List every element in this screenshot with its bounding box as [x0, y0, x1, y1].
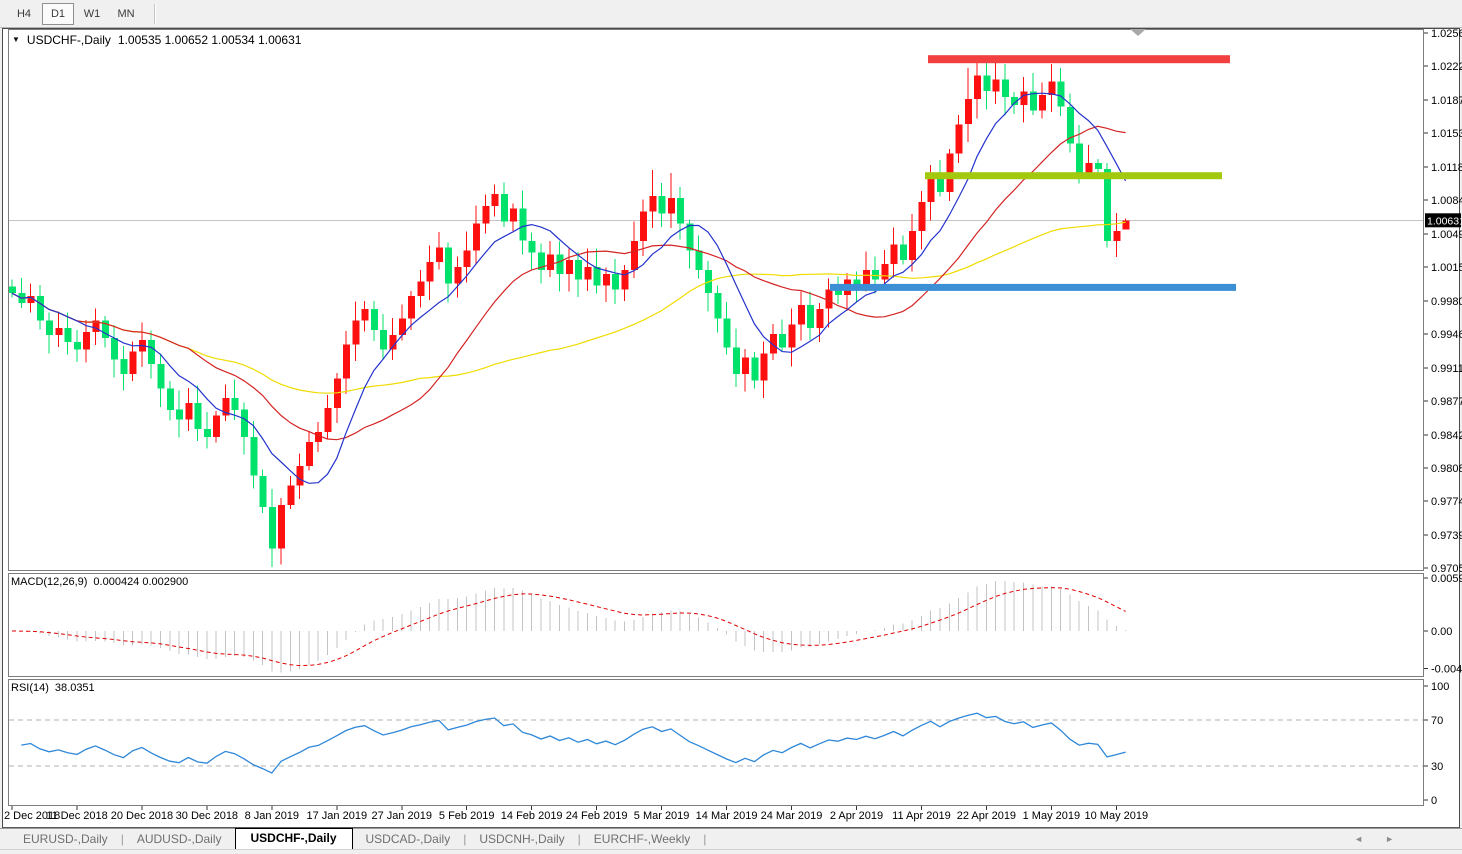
- price-axis-label: 1.00150: [1431, 262, 1462, 274]
- macd-indicator: 0.00597 0.00 -0.00424: [11, 573, 1462, 676]
- date-axis-label: 11 Apr 2019: [892, 810, 951, 822]
- date-axis-label: 20 Dec 2018: [111, 810, 173, 822]
- rsi-axis-label: 0: [1431, 795, 1437, 807]
- rsi-axis-label: 100: [1431, 681, 1449, 693]
- date-axis-label: 17 Jan 2019: [307, 810, 368, 822]
- date-axis-label: 8 Jan 2019: [245, 810, 299, 822]
- chart-tabs: EURUSD-,Daily | AUDUSD-,Daily USDCHF-,Daily…: [10, 828, 706, 849]
- support-line-blue[interactable]: [830, 283, 1236, 291]
- date-axis-label: 1 May 2019: [1023, 810, 1080, 822]
- rsi-axis-label: 30: [1431, 761, 1443, 773]
- price-axis-label: 0.99460: [1431, 329, 1462, 341]
- rsi-indicator-label: RSI(14) 38.0351: [11, 682, 95, 694]
- rsi-value: 38.0351: [54, 682, 95, 694]
- price-axis-label: 1.01870: [1431, 95, 1462, 107]
- date-axis-label: 2 Apr 2019: [830, 810, 883, 822]
- date-axis-label: 24 Feb 2019: [566, 810, 628, 822]
- tab-eurusd-daily[interactable]: EURUSD-,Daily: [10, 830, 121, 849]
- price-axis: 1.02560 1.02220 1.01870 1.01530 1.01180 1.008…: [1424, 28, 1462, 575]
- chart-symbol-label: USDCHF-,Daily: [26, 33, 111, 47]
- macd-indicator-label: MACD(12,26,9) 0.000424 0.002900: [11, 576, 188, 588]
- price-axis-label: 1.00840: [1431, 195, 1462, 207]
- price-axis-label: 0.98080: [1431, 463, 1462, 475]
- chart-ohlc-values: 1.00535 1.00652 1.00534 1.00631: [117, 33, 302, 47]
- date-axis: 2 Dec 201811 Dec 2018 20 Dec 2018 30 Dec 2…: [4, 806, 1148, 822]
- tab-audusd-daily[interactable]: AUDUSD-,Daily: [124, 830, 235, 849]
- macd-name: MACD(12,26,9): [11, 576, 88, 588]
- tab-usdchf-daily[interactable]: USDCHF-,Daily: [234, 828, 353, 849]
- status-bar: [0, 849, 1462, 854]
- date-axis-label: 5 Mar 2019: [634, 810, 690, 822]
- date-axis-label: 30 Dec 2018: [176, 810, 238, 822]
- shift-marker: [1130, 29, 1146, 36]
- macd-values: 0.000424 0.002900: [93, 576, 189, 588]
- resistance-line-red[interactable]: [928, 55, 1230, 64]
- date-axis-label: 27 Jan 2019: [371, 810, 432, 822]
- price-axis-label: 1.00490: [1431, 229, 1462, 241]
- scroll-right-icon[interactable]: ►: [1385, 834, 1394, 844]
- rsi-axis-label: 70: [1431, 715, 1443, 727]
- price-axis-label: 1.01530: [1431, 128, 1462, 140]
- scroll-left-icon[interactable]: ◄: [1354, 834, 1363, 844]
- date-axis-label: 14 Feb 2019: [501, 810, 563, 822]
- date-axis-label: 5 Feb 2019: [439, 810, 495, 822]
- tab-separator: |: [703, 832, 707, 846]
- macd-axis-label: -0.00424: [1431, 664, 1462, 676]
- rsi-line: [21, 712, 1126, 774]
- tab-usdcad-daily[interactable]: USDCAD-,Daily: [353, 830, 464, 849]
- price-axis-label: 1.01180: [1431, 162, 1462, 174]
- tab-scroll-controls: ◄ ►: [1354, 834, 1394, 844]
- price-axis-label: 1.02220: [1431, 61, 1462, 73]
- price-axis-label: 0.98420: [1431, 430, 1462, 442]
- broken-support-line-olive[interactable]: [925, 172, 1222, 180]
- current-price-tag-text: 1.00631: [1427, 215, 1462, 227]
- rsi-indicator: 100 70 30 0: [9, 681, 1449, 807]
- date-axis-label: 10 May 2019: [1085, 810, 1149, 822]
- date-axis-label: 11 Dec 2018: [46, 810, 108, 822]
- price-axis-label: 0.98770: [1431, 396, 1462, 408]
- chart-tab-bar: EURUSD-,Daily | AUDUSD-,Daily USDCHF-,Daily…: [0, 828, 1462, 849]
- price-axis-label: 0.97390: [1431, 530, 1462, 542]
- price-axis-label: 0.99800: [1431, 296, 1462, 308]
- symbol-dropdown-icon[interactable]: ▼: [12, 36, 20, 44]
- tab-eurchf-weekly[interactable]: EURCHF-,Weekly: [581, 830, 703, 849]
- macd-axis-label: 0.00: [1431, 626, 1452, 638]
- macd-axis-label: 0.00597: [1431, 573, 1462, 585]
- candlesticks: [9, 57, 1130, 567]
- price-chart-canvas[interactable]: 1.02560 1.02220 1.01870 1.01530 1.01180 1.008…: [0, 0, 1462, 854]
- price-axis-label: 1.02560: [1431, 28, 1462, 40]
- rsi-name: RSI(14): [11, 682, 49, 694]
- date-axis-label: 24 Mar 2019: [761, 810, 823, 822]
- chart-shift-marker-icon: [1130, 29, 1146, 36]
- pane-frames: [2, 28, 1460, 829]
- chart-title: ▼ USDCHF-,Daily 1.00535 1.00652 1.00534 …: [12, 33, 301, 47]
- price-axis-label: 0.97740: [1431, 496, 1462, 508]
- tab-usdcnh-daily[interactable]: USDCNH-,Daily: [466, 830, 577, 849]
- price-axis-label: 0.99110: [1431, 363, 1462, 375]
- date-axis-label: 22 Apr 2019: [957, 810, 1016, 822]
- date-axis-label: 14 Mar 2019: [696, 810, 758, 822]
